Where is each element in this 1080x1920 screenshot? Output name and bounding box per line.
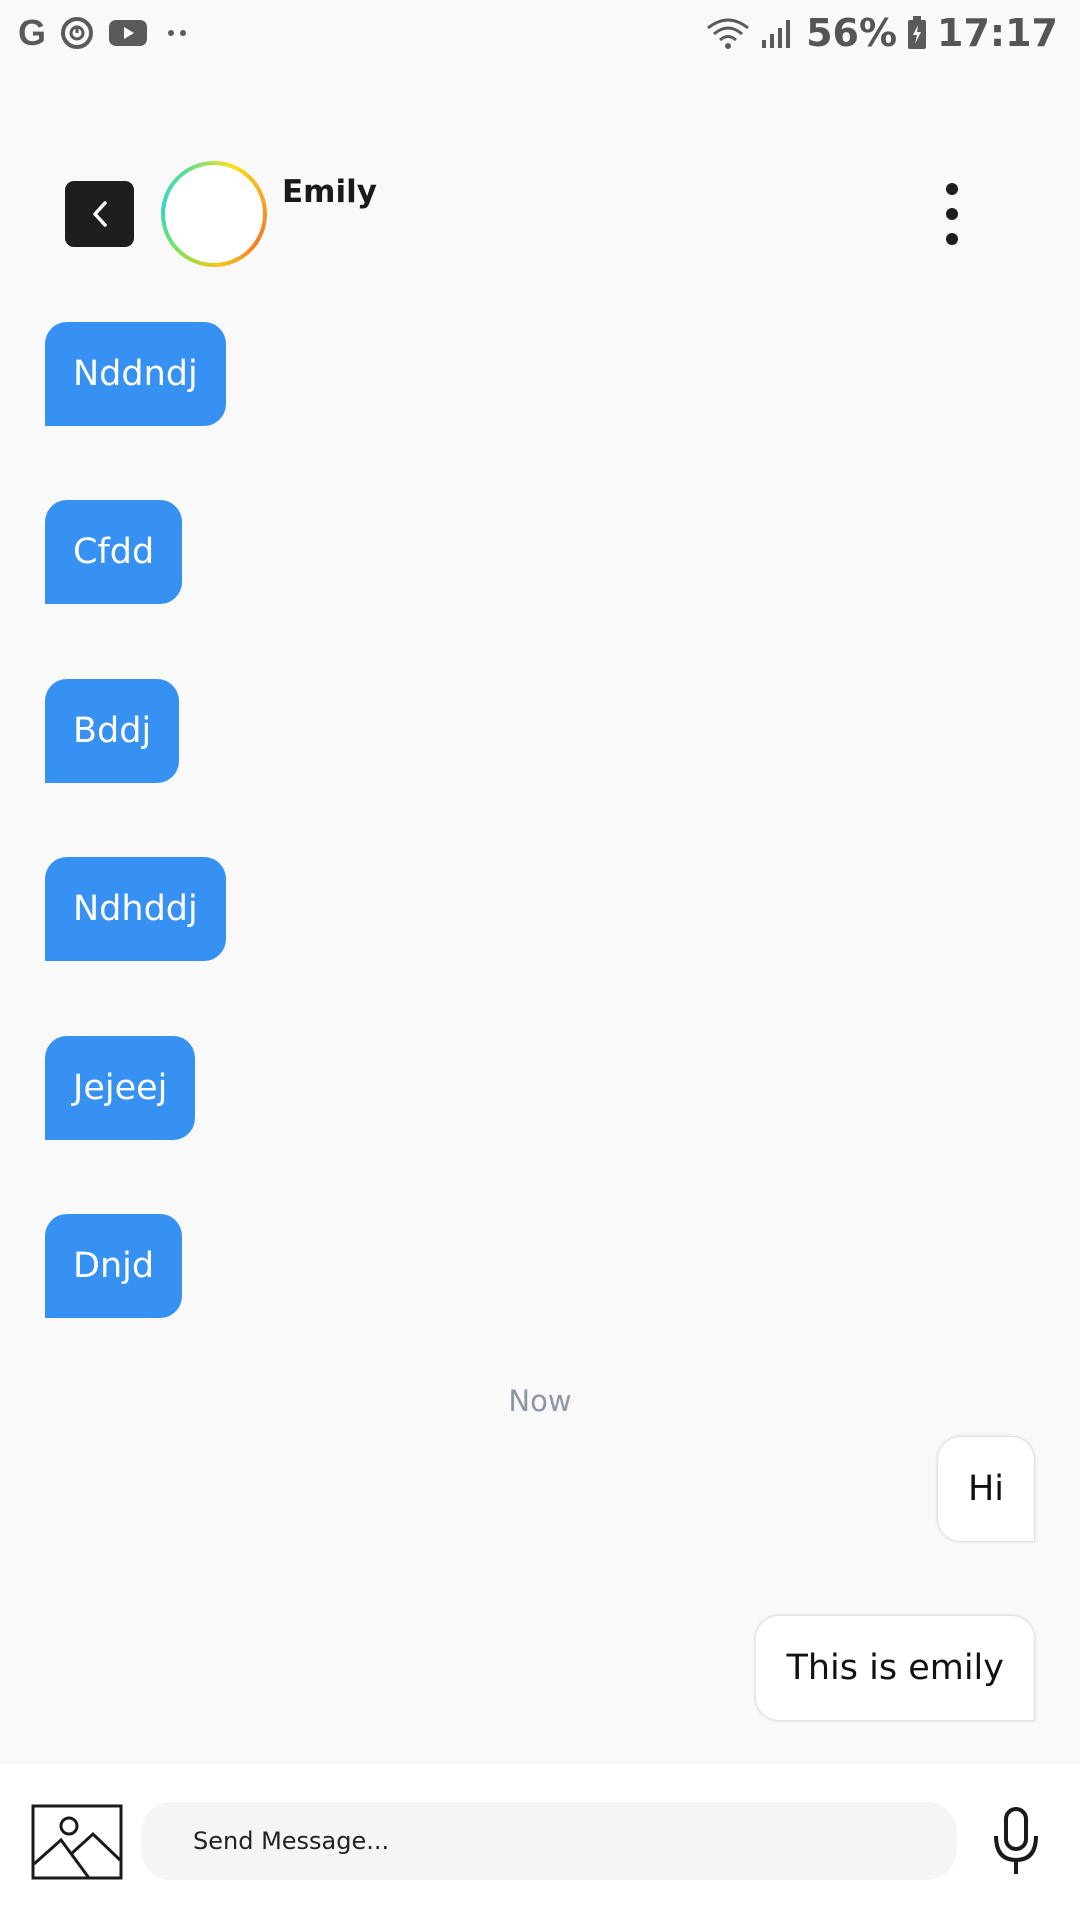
- status-right: 56% 17:17: [706, 11, 1058, 55]
- more-options-button[interactable]: [935, 183, 969, 245]
- status-bar: G 56% 17:17: [0, 0, 1080, 66]
- signal-icon: [762, 20, 791, 48]
- image-icon: [31, 1804, 123, 1880]
- battery-percentage: 56%: [806, 11, 898, 55]
- clock: 17:17: [937, 11, 1058, 55]
- incoming-message[interactable]: Bddj: [45, 679, 180, 783]
- incoming-message[interactable]: Ndhddj: [45, 857, 226, 961]
- more-dot: [946, 208, 958, 220]
- gallery-button[interactable]: [31, 1804, 123, 1880]
- composer-bar: [0, 1764, 1080, 1920]
- chevron-left-icon: [92, 201, 107, 227]
- avatar-image: [165, 165, 263, 263]
- incoming-message[interactable]: Dnjd: [45, 1214, 183, 1318]
- more-dot: [946, 233, 958, 245]
- microphone-button[interactable]: [990, 1806, 1042, 1878]
- incoming-message[interactable]: Jejeej: [45, 1036, 196, 1140]
- back-button[interactable]: [65, 181, 134, 247]
- incoming-message[interactable]: Cfdd: [45, 500, 183, 604]
- more-dots-icon: [168, 30, 187, 36]
- wifi-icon: [707, 18, 749, 49]
- status-left-icons: G: [18, 12, 192, 54]
- message-input[interactable]: [141, 1802, 957, 1880]
- youtube-icon: [109, 20, 148, 46]
- microphone-icon: [994, 1807, 1038, 1874]
- avatar[interactable]: [161, 161, 267, 267]
- incoming-message[interactable]: Nddndj: [45, 322, 226, 426]
- google-icon: G: [18, 12, 47, 53]
- outgoing-message[interactable]: Hi: [936, 1436, 1035, 1542]
- battery-charging-icon: [908, 16, 927, 49]
- more-dot: [946, 183, 958, 195]
- message-timestamp: Now: [508, 1384, 572, 1418]
- outgoing-message[interactable]: This is emily: [755, 1615, 1035, 1721]
- sync-icon: [61, 17, 94, 49]
- contact-name[interactable]: Emily: [282, 174, 377, 210]
